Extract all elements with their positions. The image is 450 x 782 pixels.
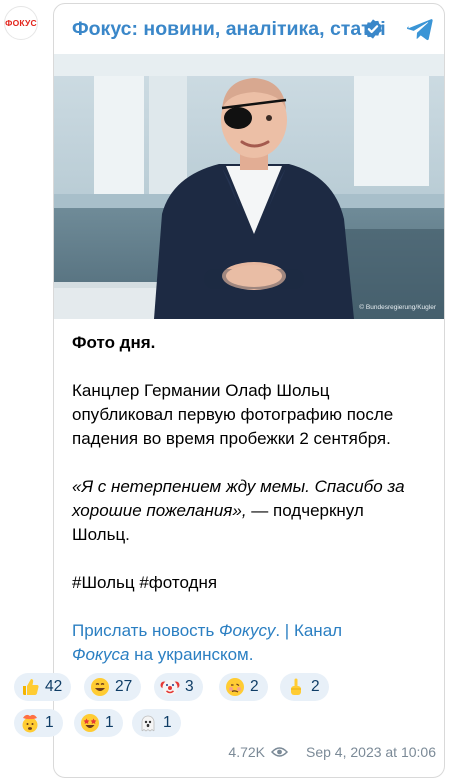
post-date: Sep 4, 2023 at 10:06: [306, 744, 436, 760]
reaction-ghost[interactable]: 1: [132, 709, 181, 737]
woozy-face-icon: [226, 678, 244, 696]
reaction-star-struck[interactable]: 1: [74, 709, 123, 737]
photo-illustration: [54, 54, 444, 319]
paragraph-line: опубликовал первую фотографию после: [72, 405, 394, 424]
quote-line: хорошие пожелания», — подчеркнул: [72, 499, 434, 523]
reaction-count: 1: [45, 714, 54, 731]
verified-check-icon: [364, 19, 382, 39]
view-count: 4.72K: [228, 744, 265, 760]
reaction-thumbs-up[interactable]: 42: [14, 673, 72, 701]
reaction-count: 2: [311, 678, 320, 695]
reaction-middle-finger[interactable]: 2: [280, 673, 329, 701]
reaction-clown[interactable]: 3: [154, 673, 203, 701]
exploding-head-icon: [22, 714, 38, 733]
photo-credit: © Bundesregierung/Kugler: [359, 304, 436, 311]
quote-line: Шольц.: [72, 525, 130, 544]
reaction-count: 1: [163, 714, 172, 731]
post-photo[interactable]: © Bundesregierung/Kugler: [54, 54, 444, 319]
thumbs-up-icon: [23, 679, 39, 695]
post-hashtags[interactable]: #Шольц #фотодня: [72, 571, 434, 595]
send-news-link-italic[interactable]: Фокусу: [219, 621, 275, 640]
quote-attribution: — подчеркнул: [246, 501, 364, 520]
channel-link-italic[interactable]: Фокуса: [72, 645, 129, 664]
avatar-label: ФОКУС: [5, 18, 37, 28]
links-line: Прислать новость Фокусу. | Канал: [72, 619, 434, 643]
quote-line: «Я с нетерпением жду мемы. Спасибо за: [72, 477, 405, 496]
post-title: Фото дня.: [72, 333, 156, 352]
channel-link-rest[interactable]: на украинском.: [129, 645, 253, 664]
channel-name-link[interactable]: Фокус: новини, аналітика, статті: [72, 18, 386, 41]
reaction-grinning[interactable]: 27: [84, 673, 142, 701]
send-news-link[interactable]: Прислать новость: [72, 621, 219, 640]
grinning-face-icon: [91, 678, 109, 696]
clown-face-icon: [160, 680, 180, 695]
reaction-count: 27: [115, 678, 133, 695]
reaction-count: 2: [250, 678, 259, 695]
post-quote: «Я с нетерпением жду мемы. Спасибо за хо…: [72, 475, 434, 547]
ghost-icon: [141, 715, 155, 732]
eye-icon: [271, 747, 288, 757]
links-line: Фокуса на украинском.: [72, 643, 434, 667]
reaction-count: 3: [185, 678, 194, 695]
quote-italic: хорошие пожелания»,: [72, 501, 247, 520]
reaction-woozy[interactable]: 2: [219, 673, 268, 701]
paragraph-line: падения во время пробежки 2 сентября.: [72, 429, 391, 448]
channel-avatar[interactable]: ФОКУС: [4, 6, 38, 40]
paragraph-line: Канцлер Германии Олаф Шольц: [72, 381, 330, 400]
reaction-count: 1: [105, 714, 114, 731]
message-card: Фокус: новини, аналітика, статті © Bunde…: [53, 3, 445, 778]
reaction-count: 42: [45, 678, 63, 695]
channel-link[interactable]: . | Канал: [275, 621, 342, 640]
star-struck-icon: [81, 714, 99, 732]
post-links: Прислать новость Фокусу. | Канал Фокуса …: [72, 619, 434, 667]
message-header: Фокус: новини, аналітика, статті: [54, 4, 444, 54]
reaction-exploding-head[interactable]: 1: [14, 709, 63, 737]
message-footer: 4.72K Sep 4, 2023 at 10:06: [228, 744, 436, 760]
post-paragraph: Канцлер Германии Олаф Шольц опубликовал …: [72, 379, 434, 451]
middle-finger-icon: [291, 678, 301, 695]
telegram-icon[interactable]: [406, 15, 434, 43]
